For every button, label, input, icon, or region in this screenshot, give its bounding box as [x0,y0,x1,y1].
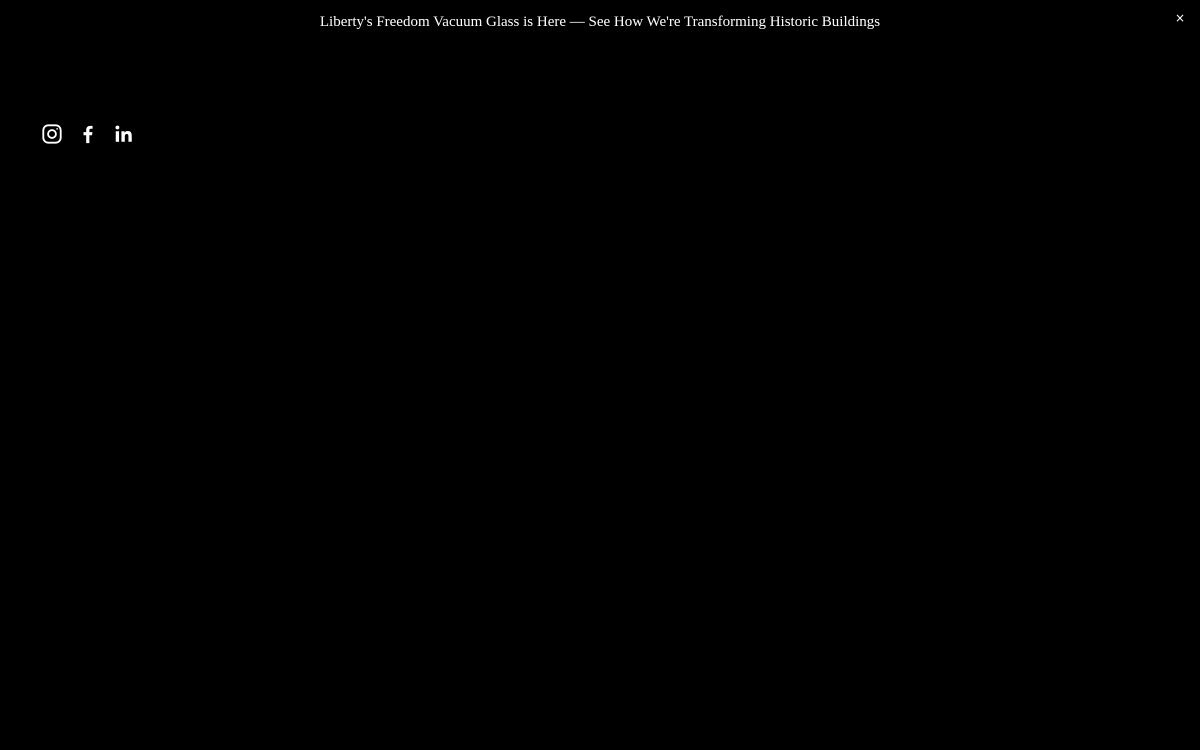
close-announcement-button[interactable]: × [1172,10,1188,26]
linkedin-icon [113,123,135,145]
announcement-bar: Liberty's Freedom Vacuum Glass is Here —… [0,0,1200,44]
instagram-link[interactable] [40,122,64,146]
instagram-icon [41,123,63,145]
social-links [40,122,136,146]
facebook-link[interactable] [76,122,100,146]
announcement-link[interactable]: Liberty's Freedom Vacuum Glass is Here —… [320,14,880,30]
facebook-icon [77,123,99,145]
linkedin-link[interactable] [112,122,136,146]
